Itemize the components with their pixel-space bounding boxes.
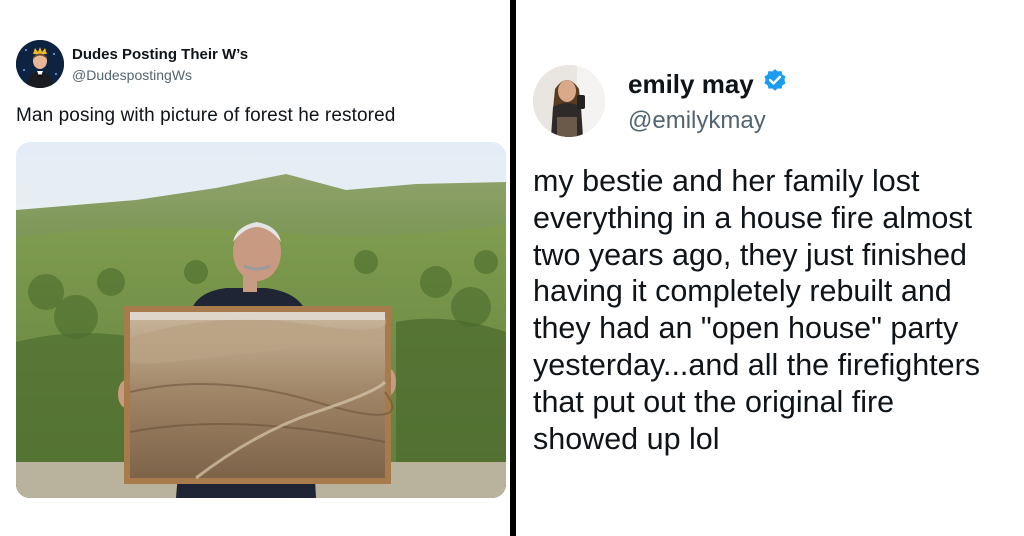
tweet-text-line: showed up lol <box>533 421 720 456</box>
left-tweet: Dudes Posting Their W’s @DudespostingWs … <box>0 0 510 536</box>
tweet-text: Man posing with picture of forest he res… <box>16 105 396 126</box>
display-name[interactable]: emily may <box>628 68 788 101</box>
handle[interactable]: @DudespostingWs <box>72 67 192 83</box>
tweet-text-line: that put out the original fire <box>533 384 895 419</box>
tweet-photo[interactable] <box>16 142 506 498</box>
right-tweet: emily may @emilykmay my bestie and her f… <box>516 0 1024 536</box>
handle[interactable]: @emilykmay <box>628 107 766 135</box>
crowned-man-avatar-icon[interactable] <box>16 40 64 88</box>
profile-avatar-icon[interactable] <box>533 65 605 137</box>
tweet-text-line: everything in a house fire almost <box>533 200 973 235</box>
display-name[interactable]: Dudes Posting Their W’s <box>72 46 248 63</box>
display-name-text: emily may <box>628 69 754 99</box>
tweet-text-line: my bestie and her family lost <box>533 164 920 198</box>
tweet-text-line: two years ago, they just finished <box>533 237 968 272</box>
tweet-text: my bestie and her family lost everything… <box>533 163 1013 457</box>
tweet-text-line: yesterday...and all the firefighters <box>533 347 981 382</box>
tweet-text-line: having it completely rebuilt and <box>533 274 952 309</box>
tweet-text-line: they had an "open house" party <box>533 311 959 346</box>
verified-badge-icon <box>762 68 788 101</box>
